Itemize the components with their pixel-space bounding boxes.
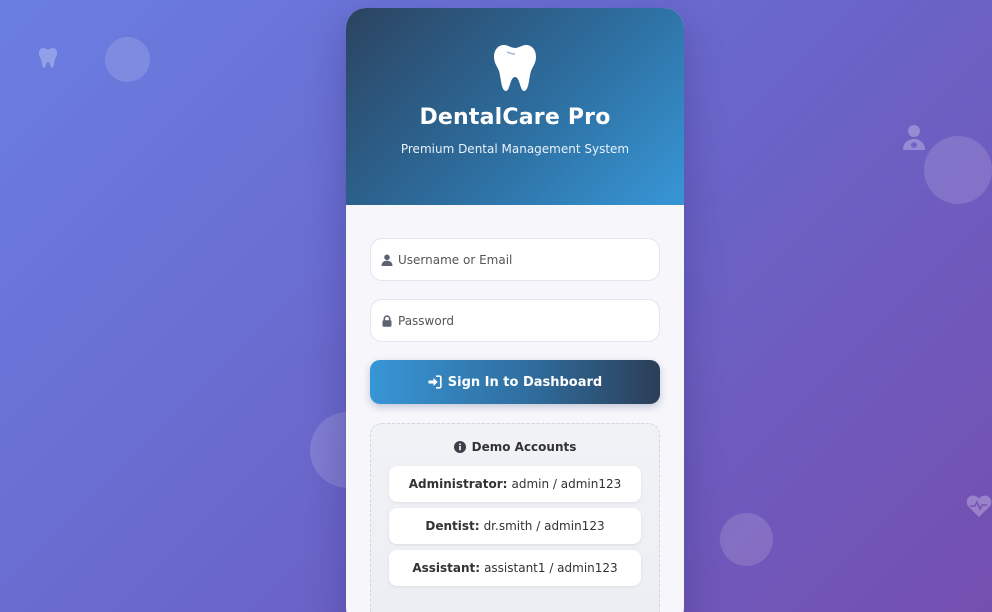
- background-bubble: [924, 136, 992, 204]
- demo-account-credentials: assistant1 / admin123: [484, 561, 618, 575]
- tooth-icon: [492, 43, 538, 93]
- demo-account-credentials: admin / admin123: [511, 477, 622, 491]
- background-bubble: [105, 37, 150, 82]
- demo-accounts-panel: Demo Accounts Administrator: admin / adm…: [370, 423, 660, 612]
- demo-account-credentials: dr.smith / admin123: [483, 519, 605, 533]
- login-form: Sign In to Dashboard Demo Accounts Admin…: [346, 205, 684, 612]
- background-bubble: [720, 513, 773, 566]
- sign-in-label: Sign In to Dashboard: [447, 374, 603, 390]
- username-field[interactable]: [370, 238, 660, 281]
- login-card: DentalCare Pro Premium Dental Management…: [346, 8, 684, 612]
- demo-accounts-title: Demo Accounts: [471, 440, 577, 454]
- demo-account-row: Dentist: dr.smith / admin123: [389, 508, 641, 544]
- tooth-icon: [38, 46, 58, 74]
- username-input[interactable]: [398, 252, 659, 267]
- lock-icon: [381, 314, 393, 327]
- user-icon: [381, 254, 393, 266]
- heart-pulse-icon: [966, 494, 992, 522]
- app-title: DentalCare Pro: [419, 105, 611, 130]
- sign-in-icon: [428, 375, 442, 389]
- demo-account-row: Administrator: admin / admin123: [389, 466, 641, 502]
- demo-account-role: Dentist:: [425, 519, 480, 533]
- demo-accounts-heading: Demo Accounts: [389, 440, 641, 454]
- user-doctor-icon: [903, 124, 925, 154]
- info-circle-icon: [453, 441, 466, 453]
- demo-account-role: Assistant:: [412, 561, 481, 575]
- demo-account-role: Administrator:: [408, 477, 508, 491]
- app-subtitle: Premium Dental Management System: [400, 142, 630, 156]
- password-field[interactable]: [370, 299, 660, 342]
- password-input[interactable]: [398, 313, 659, 328]
- sign-in-button[interactable]: Sign In to Dashboard: [370, 360, 660, 404]
- card-header: DentalCare Pro Premium Dental Management…: [346, 8, 684, 205]
- demo-account-row: Assistant: assistant1 / admin123: [389, 550, 641, 586]
